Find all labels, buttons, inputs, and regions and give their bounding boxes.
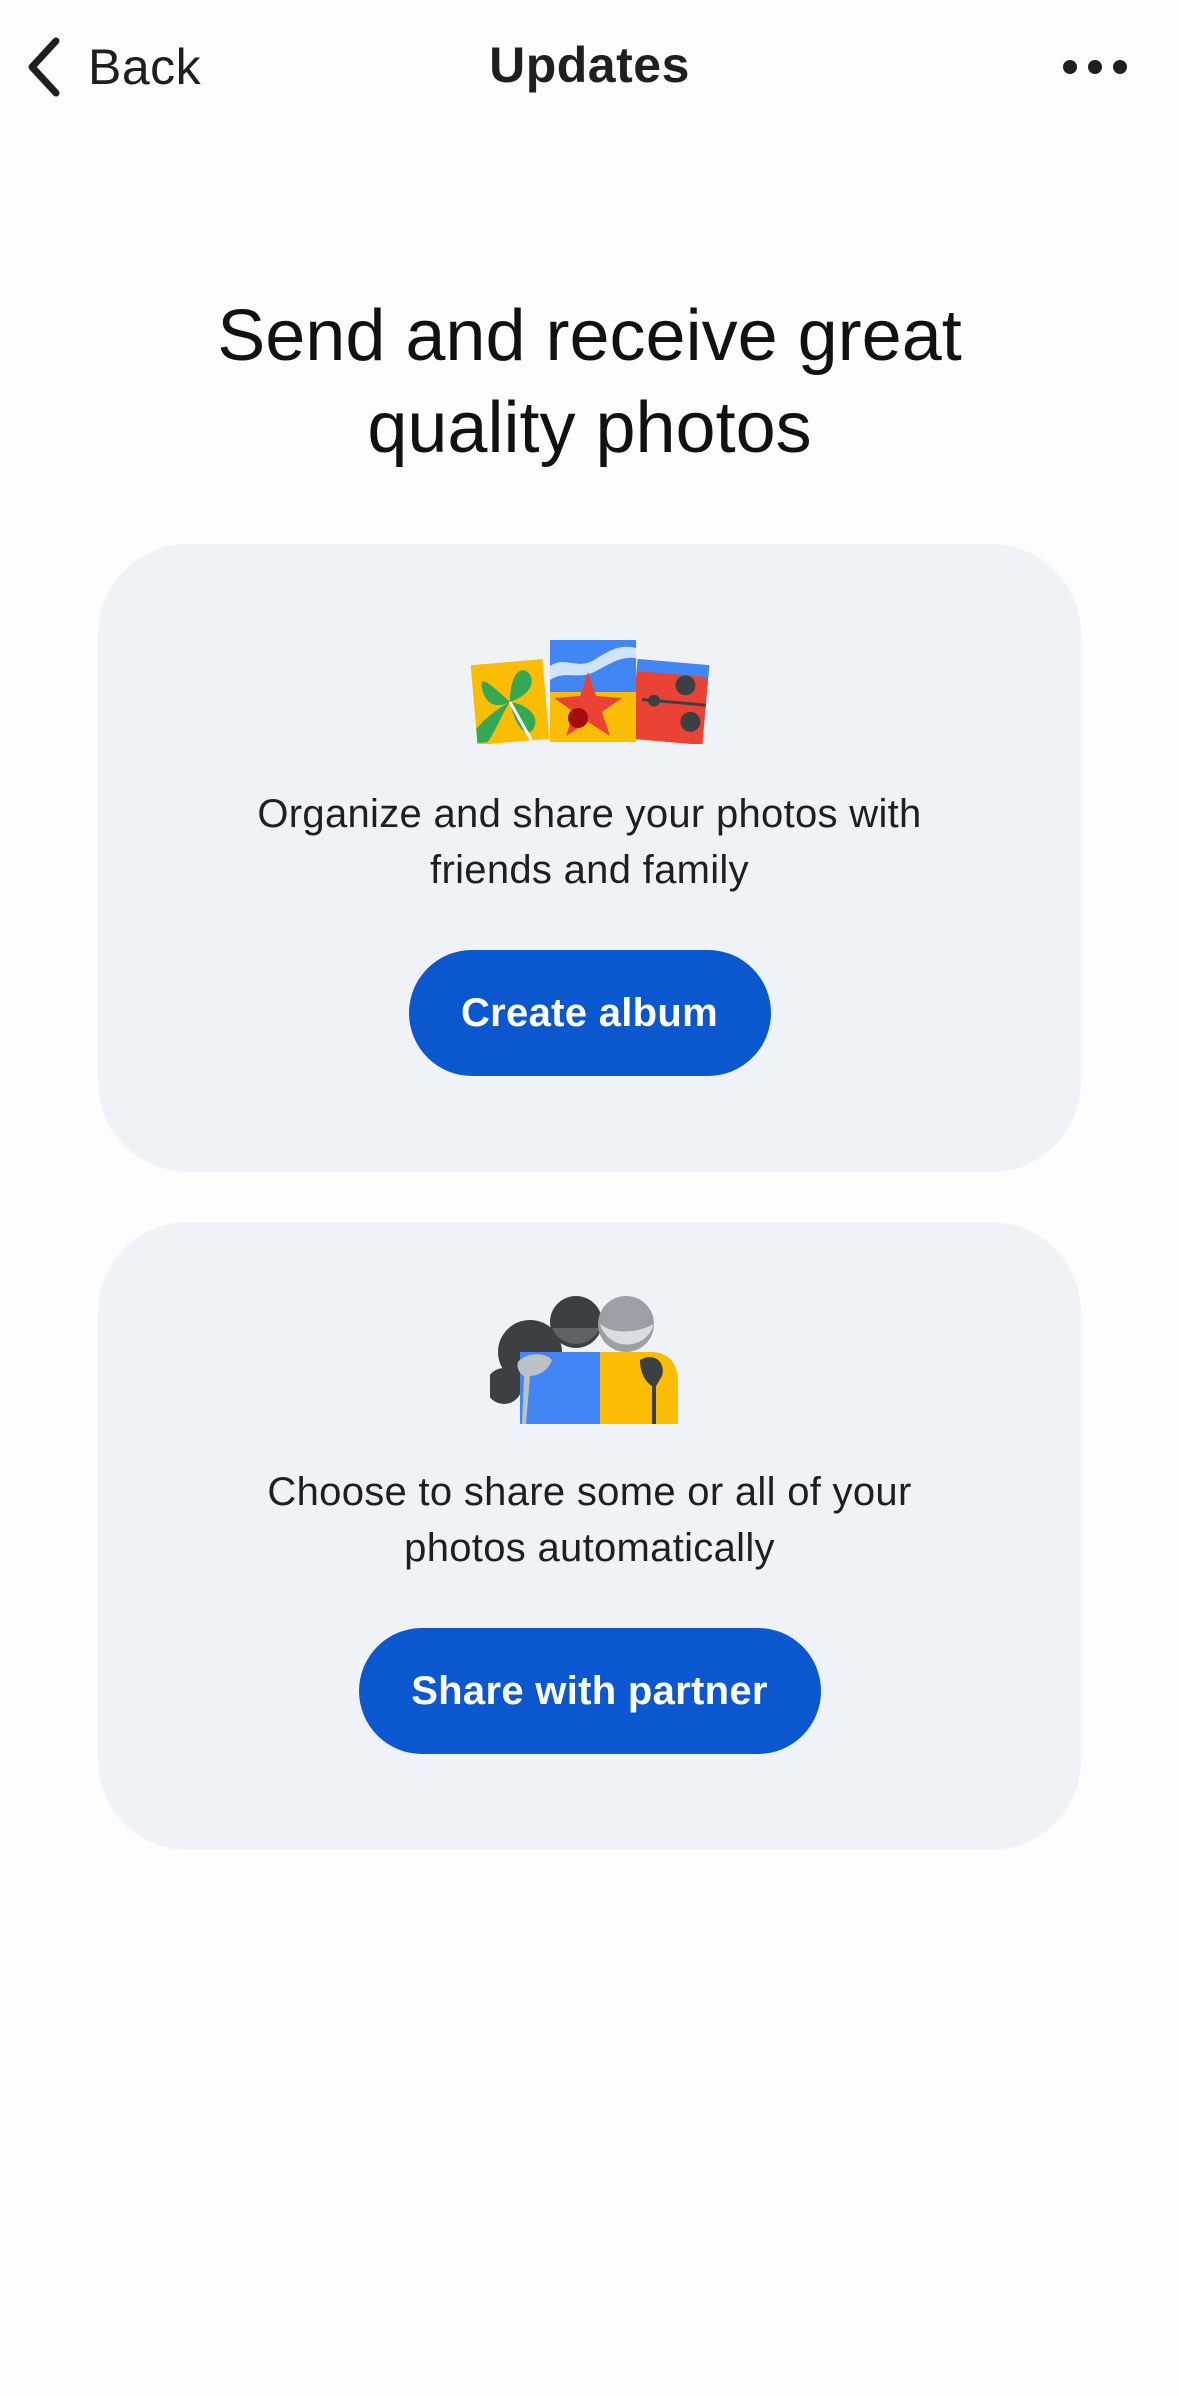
partner-sharing-icon bbox=[489, 1296, 678, 1424]
headline-line-2: quality photos bbox=[367, 388, 812, 468]
headline-line-1: Send and receive great bbox=[217, 296, 962, 376]
description-line-2: friends and family bbox=[430, 848, 749, 892]
create-album-card: Organize and share your photos with frie… bbox=[98, 544, 1081, 1172]
share-with-partner-button[interactable]: Share with partner bbox=[358, 1628, 821, 1754]
page-title: Updates bbox=[489, 37, 690, 93]
more-dot bbox=[1063, 60, 1077, 74]
headline: Send and receive great quality photos bbox=[0, 290, 1179, 474]
description-line-2: photos automatically bbox=[404, 1526, 775, 1570]
photo-album-icon bbox=[470, 640, 709, 744]
more-options-icon[interactable] bbox=[1063, 50, 1127, 84]
create-album-button[interactable]: Create album bbox=[408, 950, 771, 1076]
create-album-description: Organize and share your photos with frie… bbox=[158, 786, 1021, 898]
more-dot bbox=[1088, 60, 1102, 74]
more-dot bbox=[1113, 60, 1127, 74]
partner-sharing-card: Choose to share some or all of your phot… bbox=[98, 1222, 1081, 1850]
partner-sharing-description: Choose to share some or all of your phot… bbox=[158, 1464, 1021, 1576]
description-line-1: Choose to share some or all of your bbox=[267, 1470, 912, 1514]
top-navigation-bar: Back Updates bbox=[0, 0, 1179, 134]
description-line-1: Organize and share your photos with bbox=[257, 792, 922, 836]
